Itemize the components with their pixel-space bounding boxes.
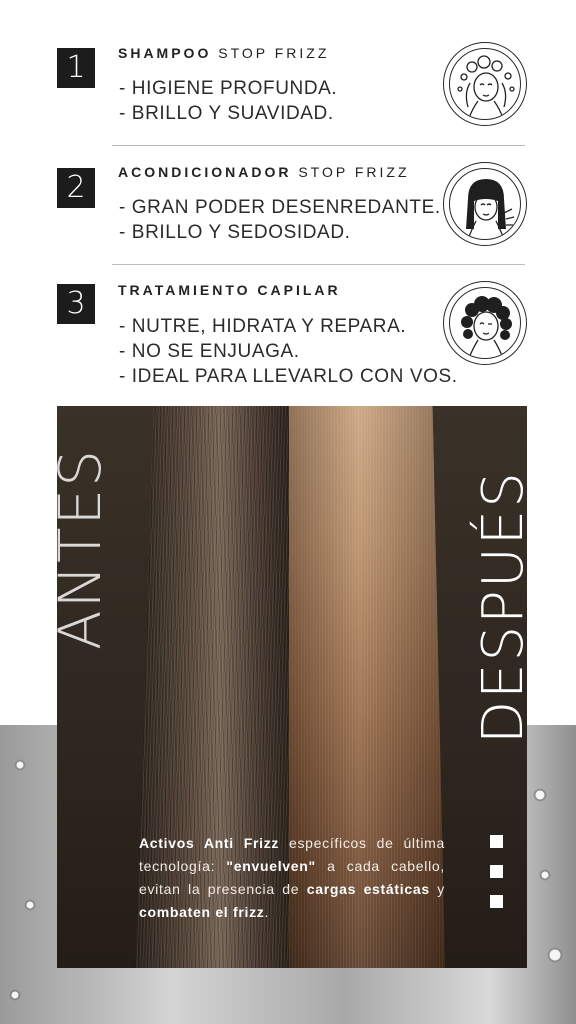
step-title-3: TRATAMIENTO CAPILAR (118, 282, 341, 298)
square-dot (490, 865, 503, 878)
product-description: Activos Anti Frizz específicos de última… (139, 832, 445, 924)
list-item: - HIGIENE PROFUNDA. (119, 78, 338, 99)
list-item: - NO SE ENJUAGA. (119, 341, 300, 362)
step-3: 3 TRATAMIENTO CAPILAR - NUTRE, HIDRATA Y… (0, 278, 576, 396)
square-dot (490, 835, 503, 848)
step-lines-1: - HIGIENE PROFUNDA. - BRILLO Y SUAVIDAD. (119, 76, 337, 126)
list-item: - IDEAL PARA LLEVARLO CON VOS. (119, 366, 458, 387)
list-item: - BRILLO Y SEDOSIDAD. (119, 222, 351, 243)
step-number-2: 2 (57, 168, 95, 208)
step-lines-3: - NUTRE, HIDRATA Y REPARA. - NO SE ENJUA… (119, 314, 458, 389)
woman-washing-hair-icon (443, 42, 527, 126)
step-title-bold-1: SHAMPOO (118, 45, 212, 61)
after-label: DESPUÉS (471, 470, 536, 744)
desc-text-3: y (429, 881, 445, 897)
decorative-squares (490, 835, 504, 925)
square-dot (490, 895, 503, 908)
step-1: 1 SHAMPOO STOP FRIZZ - HIGIENE PROFUNDA.… (0, 40, 576, 158)
desc-bold-3: cargas estáticas (306, 881, 430, 897)
desc-bold-2: "envuelven" (226, 858, 316, 874)
step-number-3: 3 (57, 284, 95, 324)
step-title-1: SHAMPOO STOP FRIZZ (118, 45, 329, 61)
desc-bold-4: combaten el frizz (139, 904, 265, 920)
step-title-light-1: STOP FRIZZ (218, 45, 330, 61)
desc-text-4: . (264, 904, 270, 920)
divider (112, 264, 525, 265)
step-lines-2: - GRAN PODER DESENREDANTE. - BRILLO Y SE… (119, 195, 441, 245)
step-number-1: 1 (57, 48, 95, 88)
divider (112, 145, 525, 146)
list-item: - BRILLO Y SUAVIDAD. (119, 103, 334, 124)
step-title-light-2: STOP FRIZZ (298, 164, 410, 180)
step-2: 2 ACONDICIONADOR STOP FRIZZ - GRAN PODER… (0, 160, 576, 278)
step-title-bold-3: TRATAMIENTO CAPILAR (118, 282, 341, 298)
before-label: ANTES (46, 448, 114, 650)
list-item: - NUTRE, HIDRATA Y REPARA. (119, 316, 407, 337)
woman-curly-hair-wink-icon (443, 281, 527, 365)
step-title-bold-2: ACONDICIONADOR (118, 164, 292, 180)
step-title-2: ACONDICIONADOR STOP FRIZZ (118, 164, 410, 180)
woman-straight-hair-icon (443, 162, 527, 246)
list-item: - GRAN PODER DESENREDANTE. (119, 197, 441, 218)
desc-bold-1: Activos Anti Frizz (139, 835, 280, 851)
